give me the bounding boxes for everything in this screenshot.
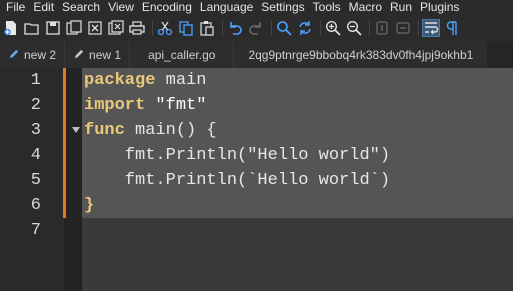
string-token: "fmt": [145, 96, 207, 115]
menu-language[interactable]: Language: [196, 0, 257, 15]
code-line: 6 }: [0, 193, 513, 218]
tab-new-1[interactable]: new 1: [65, 41, 131, 68]
print-icon[interactable]: [128, 19, 146, 37]
menu-plugins[interactable]: Plugins: [416, 0, 463, 15]
toolbar-separator: [320, 20, 321, 36]
code-token: fmt.Println(`Hello world`): [84, 171, 391, 190]
code-text[interactable]: }: [84, 193, 94, 218]
code-text[interactable]: package main: [84, 68, 206, 93]
code-line: 5 fmt.Println(`Hello world`): [0, 168, 513, 193]
menu-run[interactable]: Run: [386, 0, 416, 15]
line-number: 3: [30, 121, 41, 140]
code-text[interactable]: fmt.Println(`Hello world`): [84, 168, 390, 193]
fold-collapse-icon[interactable]: [72, 127, 80, 133]
line-number: 4: [30, 146, 41, 165]
menu-tools[interactable]: Tools: [309, 0, 345, 15]
zoom-in-icon[interactable]: [324, 19, 342, 37]
new-file-icon[interactable]: [2, 19, 20, 37]
tab-api-caller[interactable]: api_caller.go: [130, 41, 235, 68]
toolbar: [0, 15, 513, 41]
cut-icon[interactable]: [156, 19, 174, 37]
tab-label: 2qg9ptnrge9bbobq4rk383dv0fh4jpj9okhb1: [248, 47, 474, 62]
code-line: 1 package main: [0, 68, 513, 93]
menu-macro[interactable]: Macro: [345, 0, 386, 15]
tab-label: api_caller.go: [148, 47, 216, 62]
menu-view[interactable]: View: [104, 0, 138, 15]
toolbar-separator: [369, 20, 370, 36]
save-all-icon[interactable]: [65, 19, 83, 37]
code-line: 3 func main() {: [0, 118, 513, 143]
tab-label: new 2: [24, 47, 57, 62]
find-icon[interactable]: [275, 19, 293, 37]
line-number: 7: [30, 221, 41, 240]
sync-horizontal-icon[interactable]: [394, 19, 412, 37]
line-number: 1: [30, 71, 41, 90]
toolbar-separator: [152, 20, 153, 36]
modified-pencil-icon: [8, 49, 19, 60]
code-line: 7: [0, 218, 513, 243]
tab-new-2[interactable]: new 2: [0, 41, 66, 68]
menu-encoding[interactable]: Encoding: [138, 0, 196, 15]
modified-pencil-icon: [73, 49, 84, 60]
menu-edit[interactable]: Edit: [29, 0, 58, 15]
menu-file[interactable]: File: [0, 0, 29, 15]
code-text[interactable]: import "fmt": [84, 93, 206, 118]
menu-search[interactable]: Search: [58, 0, 104, 15]
keyword-token: }: [84, 196, 95, 215]
editor[interactable]: 1 package main 2 import "fmt" 3 func mai…: [0, 68, 513, 291]
toolbar-separator: [271, 20, 272, 36]
zoom-out-icon[interactable]: [345, 19, 363, 37]
keyword-token: import: [84, 96, 146, 115]
close-icon[interactable]: [86, 19, 104, 37]
menu-settings[interactable]: Settings: [257, 0, 308, 15]
code-line: 4 fmt.Println("Hello world"): [0, 143, 513, 168]
word-wrap-icon[interactable]: [422, 19, 440, 37]
code-line: 2 import "fmt": [0, 93, 513, 118]
replace-icon[interactable]: [296, 19, 314, 37]
code-text[interactable]: func main() {: [84, 118, 217, 143]
show-all-chars-icon[interactable]: [443, 19, 461, 37]
open-file-icon[interactable]: [23, 19, 41, 37]
keyword-token: package: [84, 71, 156, 90]
toolbar-separator: [418, 20, 419, 36]
paste-icon[interactable]: [198, 19, 216, 37]
copy-icon[interactable]: [177, 19, 195, 37]
tab-label: new 1: [89, 47, 122, 62]
keyword-token: func: [84, 121, 125, 140]
line-number: 2: [30, 96, 41, 115]
toolbar-separator: [222, 20, 223, 36]
save-icon[interactable]: [44, 19, 62, 37]
line-number: 6: [30, 196, 41, 215]
code-token: fmt.Println("Hello world"): [84, 146, 391, 165]
line-number: 5: [30, 171, 41, 190]
close-all-icon[interactable]: [107, 19, 125, 37]
tab-hash-file[interactable]: 2qg9ptnrge9bbobq4rk383dv0fh4jpj9okhb1: [234, 41, 488, 68]
code-text[interactable]: fmt.Println("Hello world"): [84, 143, 390, 168]
sync-vertical-icon[interactable]: [373, 19, 391, 37]
code-token: main: [155, 71, 207, 90]
menu-bar: File Edit Search View Encoding Language …: [0, 0, 513, 15]
undo-icon[interactable]: [226, 19, 244, 37]
code-token: main() {: [124, 121, 217, 140]
redo-icon[interactable]: [247, 19, 265, 37]
tab-bar: new 2 new 1 api_caller.go 2qg9ptnrge9bbo…: [0, 41, 513, 68]
